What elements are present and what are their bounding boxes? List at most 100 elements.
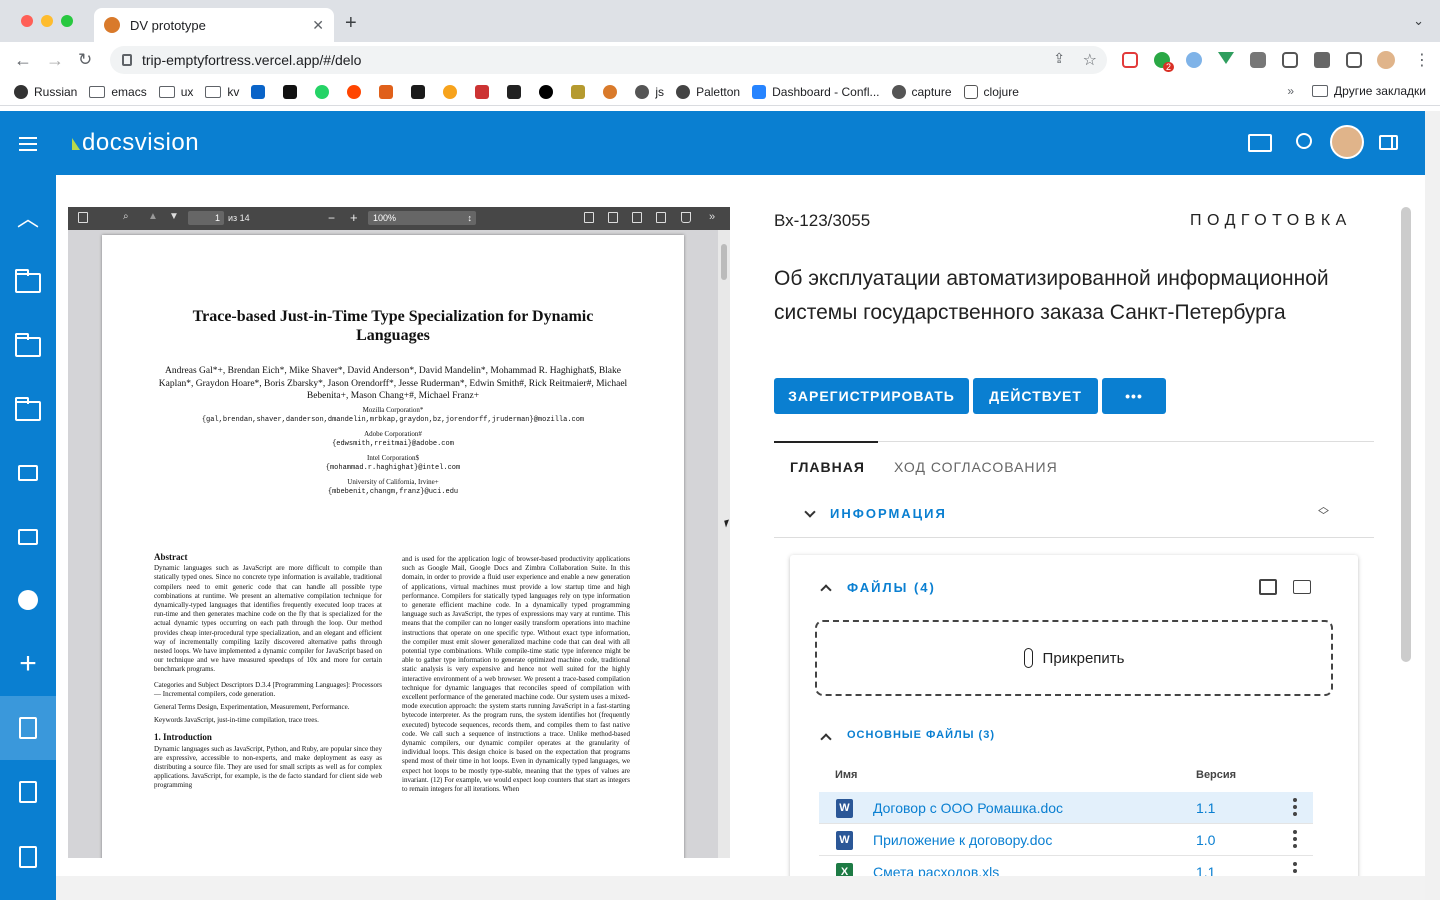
print-icon[interactable] bbox=[632, 212, 642, 223]
tools-chevron-icon[interactable]: » bbox=[709, 211, 715, 223]
pdf-viewer[interactable]: ⌕ ▲ ▼ 1 из 14 − + 100% ↕ » Trace-based Ju… bbox=[68, 207, 730, 858]
tab-search-chevron-icon[interactable]: ⌄ bbox=[1413, 13, 1424, 29]
zoom-in-icon[interactable]: + bbox=[350, 210, 358, 225]
browser-menu-icon[interactable]: ⋮ bbox=[1414, 50, 1430, 70]
bookmark-outlook[interactable] bbox=[251, 84, 271, 99]
zoom-window-button[interactable] bbox=[61, 15, 73, 27]
search-icon[interactable]: ⌕ bbox=[123, 211, 129, 222]
page-number-input[interactable]: 1 bbox=[188, 211, 224, 225]
main-files-label[interactable]: ОСНОВНЫЕ ФАЙЛЫ (3) bbox=[847, 729, 995, 741]
profile-avatar[interactable] bbox=[1377, 51, 1395, 69]
pdf-scrollbar[interactable] bbox=[718, 230, 730, 858]
document-scrollbar[interactable] bbox=[1401, 207, 1411, 662]
file-name-link[interactable]: Приложение к договору.doc bbox=[873, 832, 1052, 848]
extensions-puzzle-icon[interactable] bbox=[1314, 52, 1330, 68]
next-page-icon[interactable]: ▼ bbox=[169, 211, 179, 222]
files-section-label[interactable]: ФАЙЛЫ (4) bbox=[847, 580, 936, 595]
open-file-icon[interactable] bbox=[608, 212, 618, 223]
attach-dropzone[interactable]: Прикрепить bbox=[815, 620, 1333, 696]
table-row[interactable]: X Смета расходов.xls 1.1 bbox=[819, 856, 1313, 876]
vue-devtools-icon[interactable] bbox=[1218, 52, 1234, 64]
bookmark-m[interactable] bbox=[507, 84, 527, 99]
bookmark-confluence[interactable]: Dashboard - Confl... bbox=[752, 84, 880, 99]
tab-main[interactable]: ГЛАВНАЯ bbox=[790, 459, 865, 475]
prev-page-icon[interactable]: ▲ bbox=[148, 211, 158, 222]
sidebar-archive[interactable] bbox=[0, 825, 56, 889]
bookmark-star-icon[interactable]: ☆ bbox=[1083, 50, 1097, 70]
open-folder-icon[interactable] bbox=[1293, 580, 1311, 594]
expand-collapse-icon[interactable]: ︿ ﹀ bbox=[1318, 502, 1329, 522]
bookmark-clojure[interactable]: clojure bbox=[963, 84, 1019, 99]
download-icon[interactable] bbox=[656, 212, 666, 223]
table-row[interactable]: W Договор с ООО Ромашка.doc 1.1 bbox=[819, 792, 1313, 824]
side-panel-icon[interactable] bbox=[1346, 52, 1362, 68]
browser-tab[interactable]: DV prototype ✕ bbox=[94, 8, 334, 42]
table-row[interactable]: W Приложение к договору.doc 1.0 bbox=[819, 824, 1313, 856]
sidebar-tasks[interactable] bbox=[0, 760, 56, 824]
info-section-label[interactable]: ИНФОРМАЦИЯ bbox=[830, 506, 947, 521]
column-header-name[interactable]: Имя bbox=[835, 769, 857, 781]
tab-approval-history[interactable]: ХОД СОГЛАСОВАНИЯ bbox=[894, 459, 1058, 475]
bookmark-medium[interactable] bbox=[539, 84, 559, 99]
bookmark-paletton[interactable]: Paletton bbox=[676, 84, 740, 99]
bookmark-ux[interactable]: ux bbox=[158, 85, 193, 99]
file-version-link[interactable]: 1.0 bbox=[1196, 832, 1215, 848]
sidebar-presentation-2[interactable] bbox=[0, 505, 56, 569]
bookmark-share[interactable] bbox=[443, 84, 463, 99]
sidebar-documents[interactable] bbox=[0, 696, 56, 760]
bookmark-whatsapp[interactable] bbox=[315, 84, 335, 99]
other-bookmarks[interactable]: » Другие закладки bbox=[1287, 84, 1426, 98]
search-icon[interactable] bbox=[1296, 133, 1312, 149]
register-button[interactable]: ЗАРЕГИСТРИРОВАТЬ bbox=[774, 378, 969, 414]
active-button[interactable]: ДЕЙСТВУЕТ bbox=[973, 378, 1098, 414]
sidebar-folder-2[interactable] bbox=[0, 315, 56, 379]
bookmark-icon[interactable] bbox=[681, 212, 691, 223]
file-name-link[interactable]: Договор с ООО Ромашка.doc bbox=[873, 800, 1063, 816]
sidebar-folder-1[interactable] bbox=[0, 251, 56, 315]
row-menu-icon[interactable] bbox=[1293, 798, 1297, 818]
share-icon[interactable]: ⇪ bbox=[1053, 50, 1065, 67]
pocket-extension-icon[interactable] bbox=[1122, 52, 1138, 68]
bookmark-yg[interactable] bbox=[475, 84, 495, 99]
right-panel-toggle-icon[interactable] bbox=[1379, 135, 1398, 150]
bookmark-reddit[interactable] bbox=[347, 84, 367, 99]
sidebar-presentation-1[interactable] bbox=[0, 441, 56, 505]
signature-icon[interactable] bbox=[1248, 134, 1272, 152]
bookmark-dog[interactable] bbox=[603, 84, 623, 99]
bookmark-kv[interactable]: kv bbox=[205, 85, 239, 99]
bookmark-js[interactable]: js bbox=[635, 84, 664, 99]
compass-extension-icon[interactable] bbox=[1186, 52, 1202, 68]
back-arrow-icon[interactable]: ← bbox=[14, 50, 32, 71]
bookmark-russian[interactable]: Russian bbox=[14, 84, 77, 99]
address-bar[interactable]: trip-emptyfortress.vercel.app/#/delo ⇪ ☆ bbox=[110, 46, 1107, 74]
fullscreen-icon[interactable] bbox=[584, 212, 594, 223]
zoom-select[interactable]: 100% ↕ bbox=[368, 211, 476, 225]
sidebar-toggle-icon[interactable] bbox=[78, 212, 88, 223]
row-menu-icon[interactable] bbox=[1293, 830, 1297, 850]
page-scrollbar[interactable] bbox=[1425, 111, 1440, 900]
bookmark-c[interactable] bbox=[283, 84, 303, 99]
tab-close-icon[interactable]: ✕ bbox=[312, 17, 324, 34]
file-version-link[interactable]: 1.1 bbox=[1196, 800, 1215, 816]
sidebar-smile[interactable] bbox=[0, 568, 56, 632]
more-bookmarks-chevron-icon[interactable]: » bbox=[1287, 84, 1294, 98]
bookmark-emacs[interactable]: emacs bbox=[89, 85, 147, 99]
new-tab-button[interactable]: + bbox=[345, 12, 357, 35]
bookmark-terminal[interactable] bbox=[411, 84, 431, 99]
bookmark-capture[interactable]: capture bbox=[891, 84, 952, 99]
forward-arrow-icon[interactable]: → bbox=[46, 50, 64, 71]
minimize-window-button[interactable] bbox=[41, 15, 53, 27]
screenshot-extension-icon[interactable] bbox=[1282, 52, 1298, 68]
more-actions-button[interactable]: ••• bbox=[1102, 378, 1166, 414]
sidebar-add[interactable]: + bbox=[0, 632, 56, 696]
print-icon[interactable] bbox=[1259, 579, 1277, 595]
file-version-link[interactable]: 1.1 bbox=[1196, 864, 1215, 876]
column-header-version[interactable]: Версия bbox=[1196, 769, 1236, 781]
sidebar-collapse-chevron-icon[interactable]: ︿ bbox=[0, 185, 56, 249]
feather-extension-icon[interactable] bbox=[1250, 52, 1266, 68]
pdf-scroll-thumb[interactable] bbox=[721, 244, 727, 280]
row-menu-icon[interactable] bbox=[1293, 862, 1297, 876]
reload-icon[interactable]: ↻ bbox=[78, 50, 92, 70]
menu-icon[interactable] bbox=[19, 137, 37, 155]
bookmark-orange[interactable] bbox=[379, 84, 399, 99]
